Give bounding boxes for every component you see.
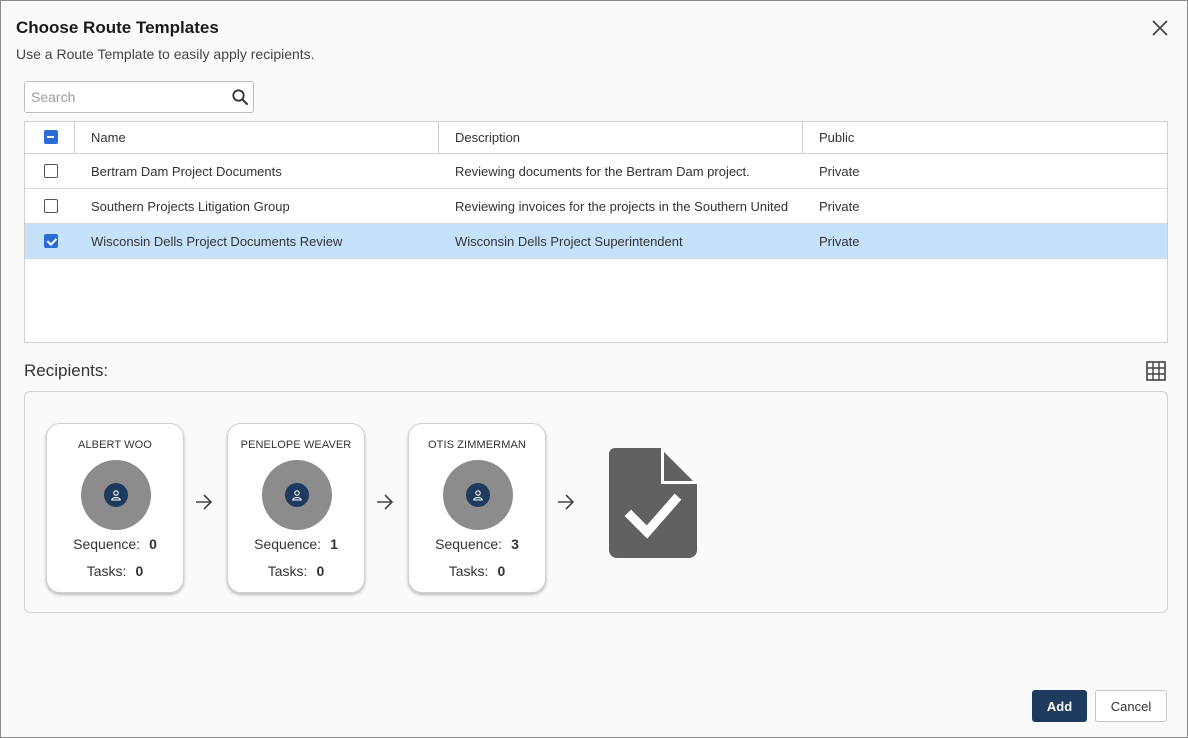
dialog-subtitle: Use a Route Template to easily apply rec… [16,46,315,62]
row-public: Private [819,233,860,249]
column-divider [438,122,439,154]
row-description: Reviewing documents for the Bertram Dam … [455,163,750,179]
tasks-value: 0 [135,563,144,579]
search-box [24,81,254,113]
tasks-label: Tasks: [86,563,127,579]
row-public: Private [819,163,860,179]
recipient-name: PENELOPE WEAVER [240,439,352,451]
tasks-stat: Tasks: 0 [409,563,545,579]
sequence-label: Sequence: [73,536,141,552]
sequence-stat: Sequence: 1 [228,536,364,552]
avatar [262,460,332,530]
recipients-flow: ALBERT WOO Sequence: 0 Tasks: 0 PENELOPE W… [24,391,1168,613]
dialog-title: Choose Route Templates [16,18,219,37]
sequence-label: Sequence: [254,536,322,552]
column-divider [802,122,803,154]
recipient-card: ALBERT WOO Sequence: 0 Tasks: 0 [46,423,184,593]
arrow-right-icon [196,494,213,510]
row-public: Private [819,198,860,214]
sequence-stat: Sequence: 0 [47,536,183,552]
row-checkbox[interactable] [44,199,58,213]
select-all-checkbox[interactable] [44,130,58,144]
row-checkbox[interactable] [44,234,58,248]
recipient-card: OTIS ZIMMERMAN Sequence: 3 Tasks: 0 [408,423,546,593]
user-icon [292,490,302,501]
header-description[interactable]: Description [455,122,795,153]
recipient-name: ALBERT WOO [78,439,152,451]
table-row[interactable]: Bertram Dam Project Documents Reviewing … [25,154,1167,189]
add-button[interactable]: Add [1032,690,1087,722]
sequence-value: 0 [149,536,157,552]
tasks-value: 0 [497,563,506,579]
sequence-label: Sequence: [435,536,503,552]
arrow-right-icon [558,494,575,510]
sequence-value: 3 [511,536,519,552]
table-row[interactable]: Wisconsin Dells Project Documents Review… [25,224,1167,259]
arrow-right-icon [377,494,394,510]
templates-table: Name Description Public Bertram Dam Proj… [24,121,1168,343]
cancel-button[interactable]: Cancel [1095,690,1167,722]
header-name[interactable]: Name [91,122,431,153]
tasks-value: 0 [316,563,325,579]
tasks-label: Tasks: [448,563,489,579]
sequence-value: 1 [330,536,338,552]
search-icon[interactable] [231,88,249,106]
avatar [443,460,513,530]
search-input[interactable] [25,82,225,112]
row-description: Wisconsin Dells Project Superintendent [455,233,683,249]
row-description: Reviewing invoices for the projects in t… [455,198,789,214]
table-header: Name Description Public [25,122,1167,154]
avatar [81,460,151,530]
row-checkbox[interactable] [44,164,58,178]
table-row[interactable]: Southern Projects Litigation Group Revie… [25,189,1167,224]
close-button[interactable] [1148,16,1172,40]
row-name: Bertram Dam Project Documents [91,163,282,179]
header-public[interactable]: Public [819,122,1119,153]
row-name: Wisconsin Dells Project Documents Review [91,233,343,249]
tasks-label: Tasks: [267,563,308,579]
sequence-stat: Sequence: 3 [409,536,545,552]
row-name: Southern Projects Litigation Group [91,198,290,214]
grid-icon[interactable] [1145,360,1167,382]
document-check-icon [609,448,697,558]
user-icon [473,490,483,501]
recipient-name: OTIS ZIMMERMAN [428,439,526,451]
tasks-stat: Tasks: 0 [47,563,183,579]
column-divider [74,122,75,154]
tasks-stat: Tasks: 0 [228,563,364,579]
recipients-label: Recipients: [24,361,109,380]
user-icon [111,490,121,501]
route-template-dialog: Choose Route Templates Use a Route Templ… [0,0,1188,738]
recipient-card: PENELOPE WEAVER Sequence: 1 Tasks: 0 [227,423,365,593]
close-icon [1152,20,1168,36]
